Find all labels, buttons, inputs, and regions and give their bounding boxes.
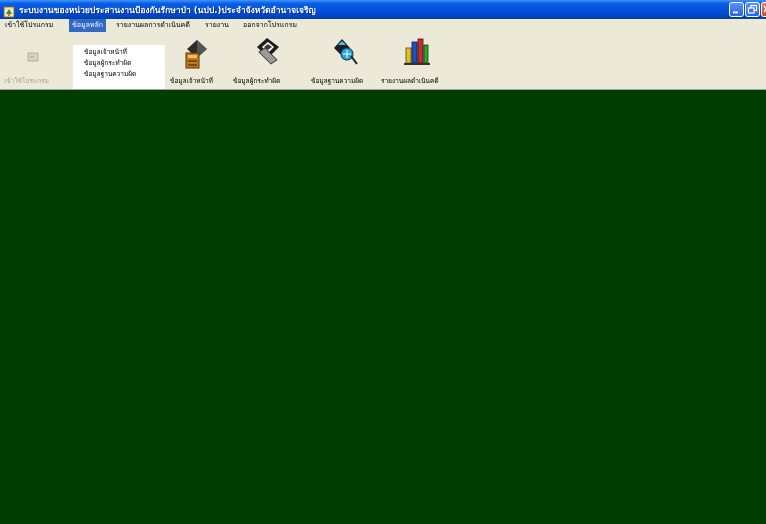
close-icon — [763, 5, 766, 13]
toolbar-officer-button[interactable]: ข้อมูลเจ้าหน้าที่ — [165, 32, 227, 89]
menu-exit[interactable]: ออกจากโปรแกรม — [240, 19, 300, 32]
minimize-button[interactable] — [729, 2, 744, 17]
restore-button[interactable] — [745, 2, 760, 17]
toolbar-officer-label: ข้อมูลเจ้าหน้าที่ — [170, 77, 213, 85]
application-window: ระบบงานของหน่วยประสานงานป้องกันรักษาป่า … — [0, 0, 766, 524]
master-data-dropdown: ข้อมูลเจ้าหน้าที่ ข้อมูลผู้กระทำผิด ข้อม… — [73, 45, 165, 89]
dropdown-item-officer[interactable]: ข้อมูลเจ้าหน้าที่ — [73, 47, 165, 58]
database-icon — [334, 39, 358, 65]
toolbar-offender-button[interactable]: ข้อมูลผู้กระทำผิด — [233, 32, 301, 89]
menu-master-data[interactable]: ข้อมูลหลัก — [69, 19, 107, 32]
dropdown-item-offender[interactable]: ข้อมูลผู้กระทำผิด — [73, 58, 165, 69]
app-icon[interactable] — [3, 3, 15, 18]
toolbar-results-label: รายงานผลดำเนินคดี — [381, 77, 439, 85]
minimize-icon — [733, 11, 738, 14]
toolbar-database-button[interactable]: ข้อมูลฐานความผิด — [309, 32, 381, 89]
dropdown-item-offense-database[interactable]: ข้อมูลฐานความผิด — [73, 69, 165, 80]
toolbar-login-button[interactable]: เข้าใช้โปรแกรม — [0, 32, 68, 89]
menu-report[interactable]: รายงาน — [202, 19, 232, 32]
results-chart-icon — [404, 38, 430, 65]
main-workspace[interactable] — [0, 89, 766, 524]
toolbar-database-label: ข้อมูลฐานความผิด — [311, 77, 364, 85]
toolbar-results-button[interactable]: รายงานผลดำเนินคดี — [381, 32, 457, 89]
window-title: ระบบงานของหน่วยประสานงานป้องกันรักษาป่า … — [19, 6, 316, 16]
menu-login[interactable]: เข้าใช้โปรแกรม — [2, 19, 56, 32]
menu-case-results-report[interactable]: รายงานผลการดำเนินคดี — [113, 19, 193, 32]
title-bar[interactable]: ระบบงานของหน่วยประสานงานป้องกันรักษาป่า … — [0, 0, 766, 19]
login-icon — [27, 52, 39, 62]
offender-icon — [257, 38, 279, 65]
menu-bar: เข้าใช้โปรแกรม ข้อมูลหลัก รายงานผลการดำเ… — [0, 19, 766, 32]
restore-icon — [747, 4, 758, 14]
close-button[interactable] — [761, 2, 766, 17]
officer-icon — [185, 40, 207, 69]
toolbar-login-label: เข้าใช้โปรแกรม — [4, 77, 49, 85]
toolbar-offender-label: ข้อมูลผู้กระทำผิด — [233, 77, 281, 85]
